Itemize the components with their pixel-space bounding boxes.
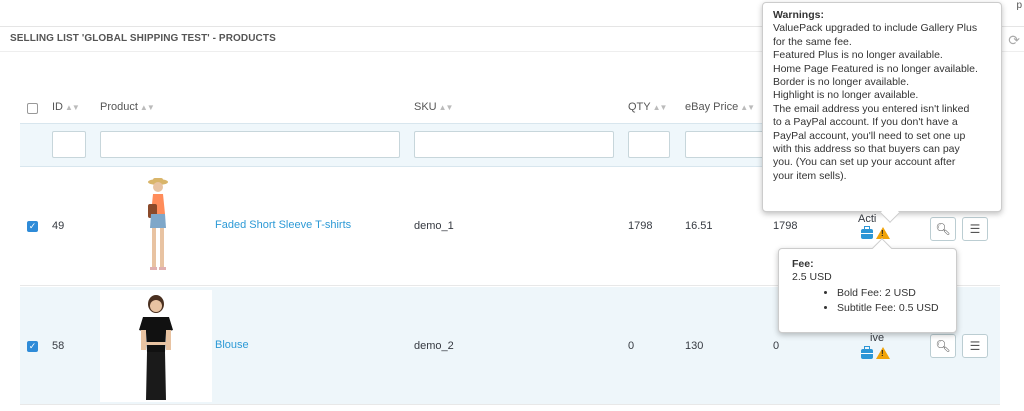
- sort-icon[interactable]: ▲▼: [740, 103, 755, 112]
- column-header-id[interactable]: ID ▲▼: [52, 101, 80, 113]
- column-header-ebay-price[interactable]: eBay Price ▲▼: [685, 101, 755, 113]
- warning-icon[interactable]: !: [876, 347, 890, 359]
- row-available-qty: 0: [773, 340, 780, 352]
- fee-tooltip-title: Fee:: [792, 258, 814, 270]
- warnings-line: The email address you entered isn't link…: [773, 102, 970, 115]
- column-header-sku[interactable]: SKU ▲▼: [414, 101, 454, 113]
- warnings-line: with this address so that buyers can pay: [773, 143, 960, 156]
- row-ebay-price: 16.51: [685, 220, 713, 232]
- column-header-ebay-price-label: eBay Price: [685, 101, 739, 113]
- column-header-sku-label: SKU: [414, 101, 437, 113]
- filter-sku-input[interactable]: [414, 131, 614, 158]
- column-header-product-label: Product: [100, 101, 138, 113]
- column-header-qty[interactable]: QTY ▲▼: [628, 101, 668, 113]
- warnings-line: Highlight is no longer available.: [773, 89, 919, 102]
- sort-icon[interactable]: ▲▼: [439, 103, 454, 112]
- magnifier-icon: 🔍︎: [935, 222, 951, 236]
- details-button[interactable]: ☰: [962, 217, 988, 241]
- row-available-qty: 1798: [773, 220, 798, 232]
- fee-tooltip: Fee: 2.5 USD Bold Fee: 2 USD Subtitle Fe…: [778, 238, 957, 333]
- view-button[interactable]: 🔍︎: [930, 217, 956, 241]
- product-photo-tshirt: [148, 178, 168, 270]
- fee-items-list: Bold Fee: 2 USD Subtitle Fee: 0.5 USD: [792, 286, 943, 316]
- product-image[interactable]: [120, 172, 196, 282]
- sort-icon[interactable]: ▲▼: [653, 103, 668, 112]
- fee-item: Subtitle Fee: 0.5 USD: [837, 301, 943, 316]
- top-cut-text: p: [1016, 0, 1022, 11]
- row-sku: demo_1: [414, 220, 454, 232]
- filter-ebay-price-input[interactable]: [685, 131, 765, 158]
- details-button[interactable]: ☰: [962, 334, 988, 358]
- filter-qty-input[interactable]: [628, 131, 670, 158]
- list-details-icon: ☰: [969, 222, 981, 236]
- warnings-line: Home Page Featured is no longer availabl…: [773, 62, 978, 75]
- fee-total: 2.5 USD: [792, 271, 832, 284]
- refresh-icon[interactable]: ⟳: [1008, 32, 1020, 49]
- filter-id-input[interactable]: [52, 131, 86, 158]
- sort-icon[interactable]: ▲▼: [65, 103, 80, 112]
- warning-icon[interactable]: !: [876, 227, 890, 239]
- select-all-checkbox[interactable]: [27, 103, 38, 114]
- column-header-product[interactable]: Product ▲▼: [100, 101, 155, 113]
- warnings-line: PayPal account, you'll need to set one u…: [773, 129, 966, 142]
- view-button[interactable]: 🔍︎: [930, 334, 956, 358]
- warnings-line: Border is no longer available.: [773, 76, 909, 89]
- row-sku: demo_2: [414, 340, 454, 352]
- warnings-line: your item sells).: [773, 169, 847, 182]
- row-qty: 1798: [628, 220, 653, 232]
- warnings-line: ValuePack upgraded to include Gallery Pl…: [773, 22, 978, 35]
- product-image[interactable]: [100, 290, 212, 402]
- row-qty: 0: [628, 340, 635, 352]
- filter-product-input[interactable]: [100, 131, 400, 158]
- panel-title: SELLING LIST 'GLOBAL SHIPPING TEST' - PR…: [10, 33, 276, 44]
- product-name-link[interactable]: Faded Short Sleeve T-shirts: [215, 219, 351, 231]
- row-ebay-price: 130: [685, 340, 704, 352]
- product-name-link[interactable]: Blouse: [215, 339, 249, 351]
- fee-item: Bold Fee: 2 USD: [837, 286, 943, 301]
- warnings-line: you. (You can set up your account after: [773, 156, 956, 169]
- column-header-id-label: ID: [52, 101, 63, 113]
- row-status: ive: [870, 332, 885, 344]
- warnings-line: for the same fee.: [773, 35, 852, 48]
- warnings-tooltip: Warnings: ValuePack upgraded to include …: [762, 2, 1002, 223]
- column-header-qty-label: QTY: [628, 101, 651, 113]
- row-checkbox[interactable]: ✓: [27, 341, 38, 352]
- warnings-line: to a PayPal account. If you don't have a: [773, 116, 958, 129]
- list-details-icon: ☰: [969, 339, 981, 353]
- row-id: 49: [52, 220, 65, 232]
- row-checkbox[interactable]: ✓: [27, 221, 38, 232]
- warnings-tooltip-title: Warnings:: [773, 9, 824, 21]
- row-status: Acti: [858, 213, 877, 225]
- magnifier-icon: 🔍︎: [935, 339, 951, 353]
- product-photo-blouse: [139, 295, 173, 400]
- shopping-bag-icon[interactable]: [861, 226, 873, 239]
- row-id: 58: [52, 340, 65, 352]
- warnings-line: Featured Plus is no longer available.: [773, 49, 943, 62]
- sort-icon[interactable]: ▲▼: [140, 103, 155, 112]
- shopping-bag-icon[interactable]: [861, 346, 873, 359]
